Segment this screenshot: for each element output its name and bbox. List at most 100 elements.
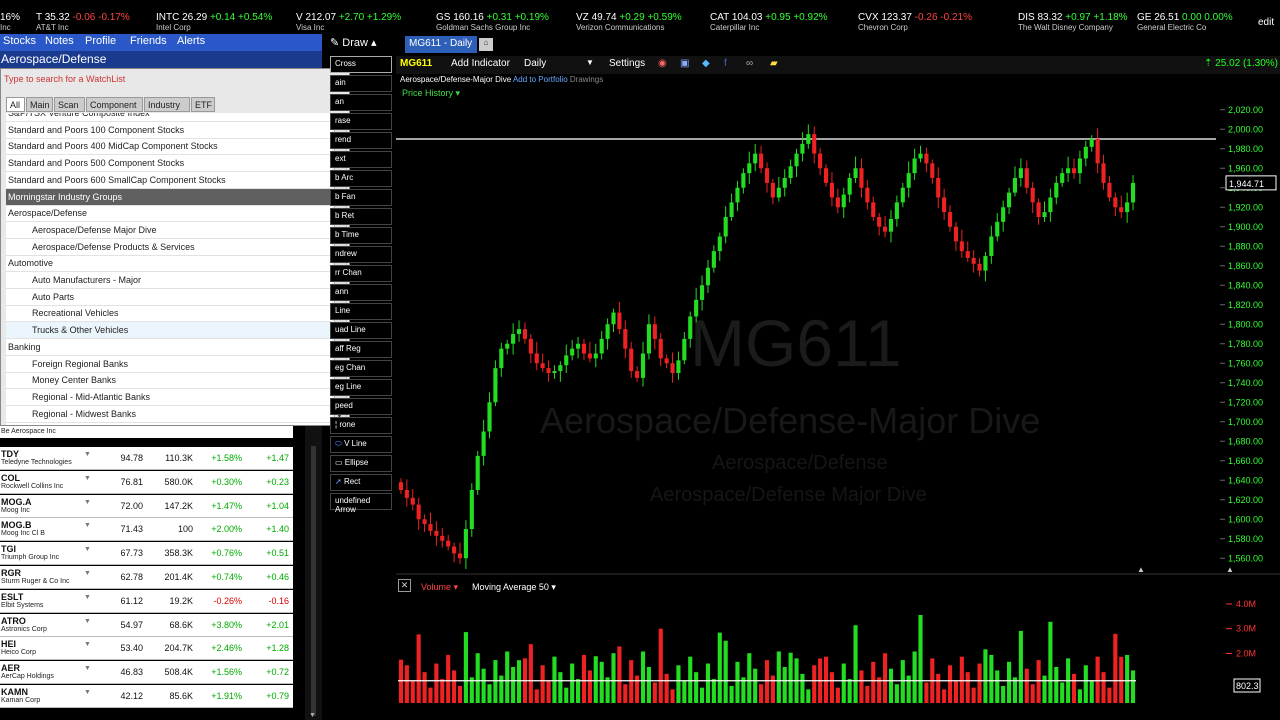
settings-button[interactable]: Settings — [609, 58, 645, 69]
period-select[interactable]: Daily — [524, 58, 546, 69]
chevron-down-icon[interactable]: ▼ — [84, 451, 91, 458]
alarm-icon[interactable]: ◉ — [658, 58, 667, 69]
watchlist-scrollbar[interactable]: ▼ — [305, 426, 322, 720]
tool-fib-arc[interactable]: ext — [330, 151, 392, 168]
tool-fib-fan[interactable]: b Arc — [330, 170, 392, 187]
nav-stocks[interactable]: Stocks — [3, 35, 36, 47]
tab-main[interactable]: Main — [26, 97, 53, 112]
list-item[interactable]: Auto Parts — [6, 289, 332, 306]
tool-reg-line[interactable]: eg Chan — [330, 360, 392, 377]
chevron-down-icon[interactable]: ▼ — [84, 618, 91, 625]
table-row[interactable]: TGI Triumph Group Inc ▼ 67.73 358.3K +0.76% +0… — [0, 542, 293, 566]
tool-pan[interactable]: ain — [330, 75, 392, 92]
tab-component[interactable]: Component — [86, 97, 143, 112]
list-item[interactable]: Money Center Banks — [6, 372, 332, 390]
chevron-down-icon[interactable]: ▼ — [84, 641, 91, 648]
facebook-icon[interactable]: f — [724, 58, 727, 69]
tool-cross[interactable]: Cross — [330, 56, 392, 73]
tool-fib-ret[interactable]: b Fan — [330, 189, 392, 206]
table-row[interactable]: AER AerCap Holdings ▼ 46.83 508.4K +1.56% +0.7… — [0, 661, 293, 685]
tab-etf[interactable]: ETF — [191, 97, 215, 112]
volume-label[interactable]: Volume ▾ — [421, 582, 458, 593]
list-item[interactable]: Aerospace/Defense Products & Services — [6, 239, 332, 256]
nav-alerts[interactable]: Alerts — [177, 35, 205, 47]
list-item[interactable]: Automotive — [6, 255, 332, 273]
list-item[interactable]: Banking — [6, 339, 332, 356]
list-item[interactable]: Auto Manufacturers - Major — [6, 272, 332, 289]
chevron-down-icon[interactable]: ▼ — [84, 546, 91, 553]
nav-profile[interactable]: Profile — [85, 35, 116, 47]
list-item[interactable]: Aerospace/Defense — [6, 205, 332, 223]
table-row[interactable]: COL Rockwell Collins Inc ▼ 76.81 580.0K +0.30… — [0, 470, 293, 494]
table-row[interactable]: ATRO Astronics Corp ▼ 54.97 68.6K +3.80% +2.01 — [0, 613, 293, 637]
tool-raff-reg[interactable]: uad Line — [330, 322, 392, 339]
add-indicator-button[interactable]: Add Indicator — [451, 58, 510, 69]
link-icon[interactable]: ∞ — [746, 58, 753, 69]
note-icon[interactable]: ▰ — [770, 58, 778, 69]
tool-reg-chan[interactable]: aff Reg — [330, 341, 392, 358]
nav-friends[interactable]: Friends — [130, 35, 167, 47]
close-icon[interactable]: ✕ — [398, 579, 411, 592]
draw-menu[interactable]: ✎ Draw ▴ — [330, 36, 377, 49]
tool-rect[interactable]: ▭ Ellipse — [330, 455, 392, 472]
edit-link[interactable]: edit — [1258, 17, 1274, 28]
list-item[interactable]: S&P/TSX Venture Composite Index — [6, 113, 332, 122]
chevron-down-icon[interactable]: ▼ — [84, 522, 91, 529]
moving-average-label[interactable]: Moving Average 50 ▾ — [472, 582, 556, 593]
table-row[interactable]: ESLT Elbit Systems ▼ 61.12 19.2K -0.26% -0.16 — [0, 589, 293, 613]
tab-all[interactable]: All — [6, 97, 25, 112]
chart-symbol[interactable]: MG611 — [400, 58, 432, 69]
scroll-marker-icon[interactable]: ▲ — [1137, 565, 1145, 574]
list-item[interactable]: Foreign Regional Banks — [6, 356, 332, 373]
table-row[interactable]: MOG.B Moog Inc Cl B ▼ 71.43 100 +2.00% +1.40 — [0, 518, 293, 542]
tool-tirone[interactable]: peed — [330, 398, 392, 415]
watchlist-title[interactable]: Aerospace/Defense — [0, 51, 322, 68]
list-item[interactable]: Regional - Midwest Banks — [6, 406, 332, 423]
tab-chart[interactable]: MG611 - Daily — [405, 36, 477, 53]
tool-ellipse[interactable]: ⬭ V Line — [330, 436, 392, 453]
list-item[interactable]: Standard and Poors 100 Component Stocks — [6, 122, 332, 139]
tool-v-line[interactable]: ¦ rone — [330, 417, 392, 434]
list-item[interactable]: Morningstar Industry Groups — [6, 188, 332, 206]
chevron-down-icon[interactable]: ▼ — [84, 570, 91, 577]
nav-notes[interactable]: Notes — [45, 35, 74, 47]
tool-gann[interactable]: rr Chan — [330, 265, 392, 282]
print-icon[interactable]: ▣ — [680, 58, 689, 69]
table-row[interactable]: HEI Heico Corp ▼ 53.40 204.7K +2.46% +1.28 — [0, 637, 293, 661]
scroll-down-icon[interactable]: ▼ — [309, 712, 316, 719]
list-item[interactable]: Standard and Poors 500 Component Stocks — [6, 155, 332, 173]
table-row[interactable]: RGR Sturm Ruger & Co Inc ▼ 62.78 201.4K +0.74… — [0, 566, 293, 589]
chevron-down-icon[interactable]: ▼ — [84, 594, 91, 601]
add-to-portfolio-link[interactable]: Add to Portfolio — [513, 75, 568, 84]
list-item[interactable]: Regional - Mid-Atlantic Banks — [6, 389, 332, 406]
tool-quad-line[interactable]: Line — [330, 303, 392, 320]
tool-andrew[interactable]: b Time — [330, 227, 392, 244]
tool-erase[interactable]: an — [330, 94, 392, 111]
table-row[interactable]: KAMN Kaman Corp ▼ 42.12 85.6K +1.91% +0.79 — [0, 685, 293, 708]
chevron-down-icon[interactable]: ▼ — [84, 499, 91, 506]
list-item[interactable]: Recreational Vehicles — [6, 305, 332, 323]
watchlist-search-input[interactable]: Type to search for a WatchList — [4, 74, 125, 84]
tool-speed[interactable]: eg Line — [330, 379, 392, 396]
chevron-down-icon[interactable]: ▼ — [84, 689, 91, 696]
tool-trend[interactable]: rase — [330, 113, 392, 130]
list-item[interactable]: Trucks & Other Vehicles — [6, 322, 332, 340]
scroll-thumb[interactable] — [311, 446, 316, 716]
scroll-marker-icon[interactable]: ▲ — [1226, 565, 1234, 574]
list-item[interactable]: Aerospace/Defense Major Dive — [6, 222, 332, 239]
twitter-icon[interactable]: ◆ — [702, 58, 710, 69]
table-row[interactable]: TDY Teledyne Technologies ▼ 94.78 110.3K +1.5… — [0, 447, 293, 470]
tool-text[interactable]: rend — [330, 132, 392, 149]
chevron-down-icon[interactable]: ▼ — [84, 475, 91, 482]
tab-scan[interactable]: Scan — [54, 97, 85, 112]
table-row[interactable]: Be Aerospace Inc — [0, 426, 293, 438]
tool-curr-chan[interactable]: ndrew — [330, 246, 392, 263]
home-icon[interactable]: ⌂ — [479, 38, 493, 51]
list-item[interactable]: Standard and Poors 600 SmallCap Componen… — [6, 172, 332, 189]
tool-arrow[interactable]: ➚ Rect — [330, 474, 392, 491]
volume-chart[interactable]: 4.0M 3.0M 2.0M 802.3 — [396, 595, 1280, 707]
table-row[interactable]: MOG.A Moog Inc ▼ 72.00 147.2K +1.47% +1.04 — [0, 494, 293, 518]
list-item[interactable]: Standard and Poors 400 MidCap Component … — [6, 138, 332, 156]
drawings-link[interactable]: Drawings — [570, 75, 603, 84]
tool-undefined[interactable]: undefined Arrow — [330, 493, 392, 514]
